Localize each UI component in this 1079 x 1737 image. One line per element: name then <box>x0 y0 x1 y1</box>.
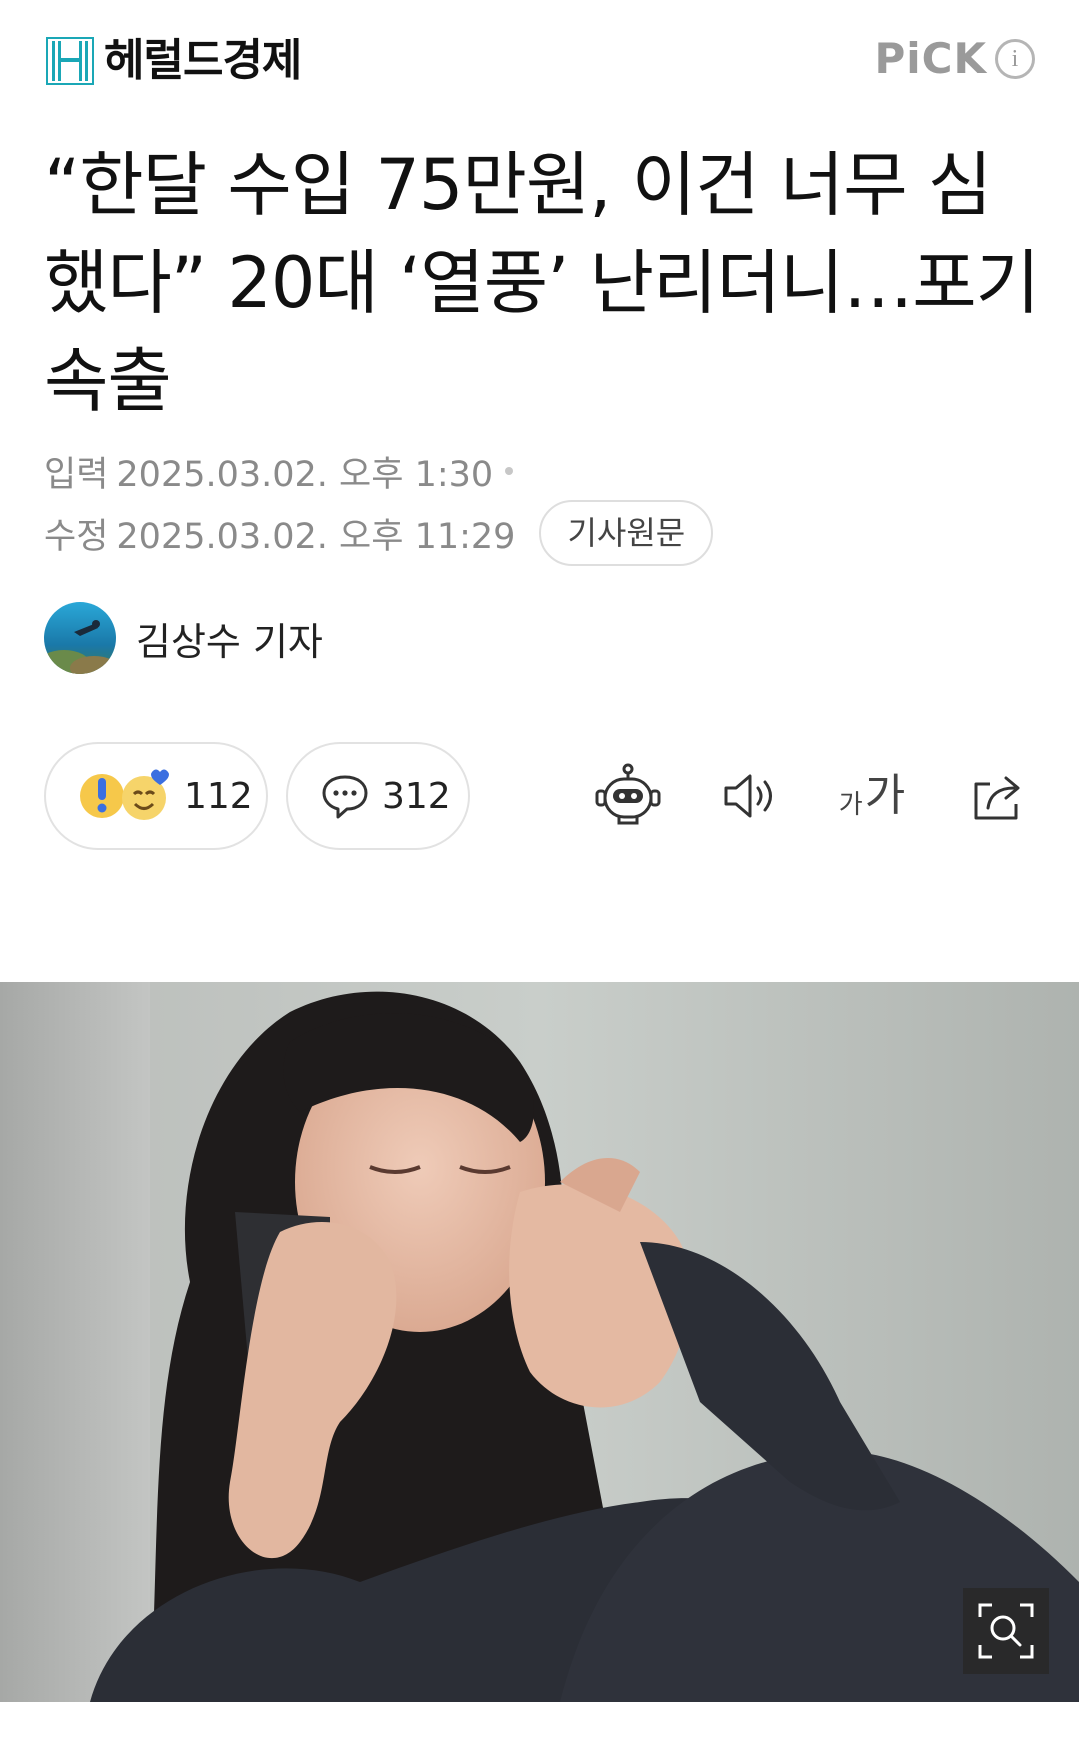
tts-button[interactable] <box>712 756 792 836</box>
summary-bot-button[interactable] <box>588 756 668 836</box>
zoom-button[interactable] <box>963 1588 1049 1674</box>
zoom-icon <box>978 1603 1034 1659</box>
share-icon <box>974 776 1020 820</box>
original-article-button[interactable]: 기사원문 <box>539 500 714 566</box>
reaction-emoji-icon <box>80 769 169 820</box>
pick-badge[interactable]: PiCK i <box>874 34 1035 84</box>
published-meta: 입력 2025.03.02. 오후 1:30 <box>44 446 514 496</box>
summary-bot-icon <box>595 763 661 825</box>
app-header: 헤럴드경제 PiCK i <box>0 0 1079 120</box>
reporter-avatar[interactable] <box>44 602 116 674</box>
brand-logo[interactable]: 헤럴드경제 <box>46 35 302 86</box>
font-size-icon: 가 가 <box>838 770 906 821</box>
reporter-name: 김상수 기자 <box>136 619 323 664</box>
comment-button[interactable]: 312 <box>286 742 470 850</box>
modified-label: 수정 <box>44 516 109 557</box>
speaker-icon <box>724 774 772 818</box>
modified-meta: 수정 2025.03.02. 오후 11:29 기사원문 <box>44 500 714 566</box>
info-icon[interactable]: i <box>995 39 1035 79</box>
reaction-count: 112 <box>184 775 253 817</box>
pick-label: PiCK <box>874 34 987 83</box>
share-button[interactable] <box>958 756 1038 836</box>
brand-name: 헤럴드경제 <box>104 35 302 86</box>
font-size-button[interactable]: 가 가 <box>832 756 912 836</box>
reaction-button[interactable]: 112 <box>44 742 268 850</box>
article-photo[interactable] <box>0 982 1079 1702</box>
herald-logo-icon <box>46 37 94 85</box>
font-size-big: 가 <box>864 770 906 821</box>
published-time: 2025.03.02. 오후 1:30 <box>116 454 494 495</box>
separator-dot <box>505 467 514 475</box>
comment-count: 312 <box>382 775 451 817</box>
font-size-small: 가 <box>838 790 863 820</box>
article-headline: “한달 수입 75만원, 이건 너무 심했다” 20대 ‘열풍’ 난리더니…포기… <box>44 144 1040 422</box>
reporter-info[interactable]: 김상수 기자 <box>44 602 323 674</box>
modified-time: 2025.03.02. 오후 11:29 <box>116 516 516 557</box>
crying-woman-photo <box>0 982 1079 1702</box>
speech-bubble-icon <box>322 775 368 819</box>
published-label: 입력 <box>44 454 109 495</box>
